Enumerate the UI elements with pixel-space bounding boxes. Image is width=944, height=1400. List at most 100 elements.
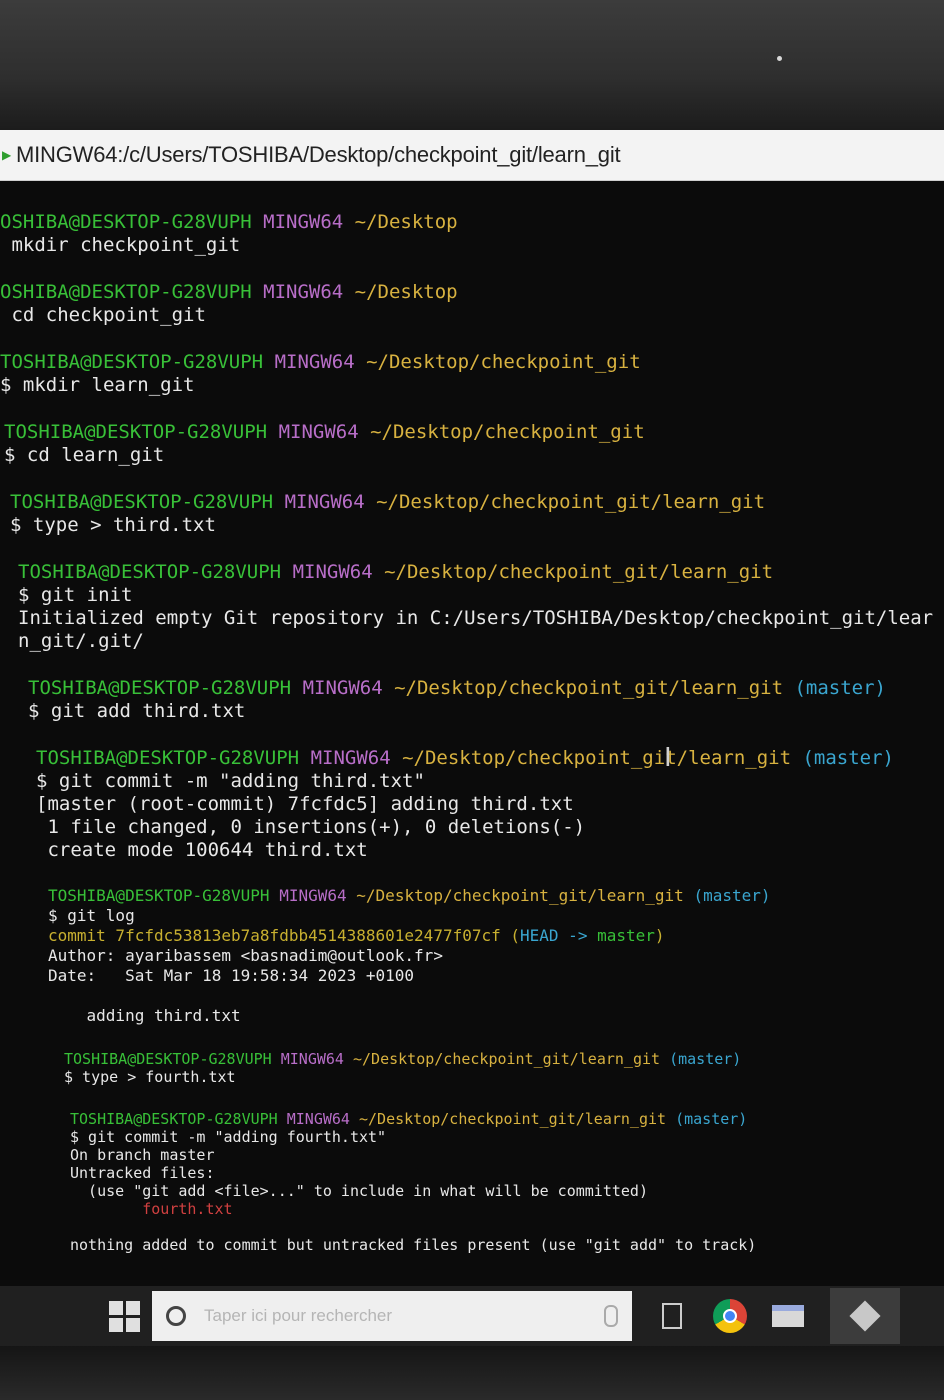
prompt-path: ~/Desktop/checkpoint_git/learn_git: [359, 1110, 667, 1128]
output-line: n_git/.git/: [18, 630, 144, 652]
command-block: TOSHIBA@DESKTOP-G28VUPH MINGW64 ~/Deskto…: [4, 421, 944, 467]
prompt-env: MINGW64: [280, 1050, 344, 1068]
command-line: $ type > third.txt: [10, 514, 216, 536]
command-block: TOSHIBA@DESKTOP-G28VUPH MINGW64 ~/Deskto…: [36, 747, 944, 862]
command-line: $ git init: [18, 584, 133, 606]
command-line: cd checkpoint_git: [0, 304, 206, 326]
prompt-path: ~/Desktop/checkpoint_git/learn_git: [376, 491, 766, 513]
output-line: create mode 100644 third.txt: [36, 839, 368, 861]
prompt-path: ~/Desktop: [354, 281, 458, 303]
prompt-branch: (master): [693, 886, 771, 905]
webcam-dot: [777, 56, 782, 61]
prompt-env: MINGW64: [278, 421, 359, 443]
commit-branch-ref: master: [597, 926, 655, 945]
prompt-env: MINGW64: [274, 351, 355, 373]
prompt-path: ~/Desktop/checkpoint_git: [370, 421, 645, 443]
git-log-block: TOSHIBA@DESKTOP-G28VUPH MINGW64 ~/Deskto…: [48, 886, 944, 1026]
prompt-env: MINGW64: [279, 886, 347, 905]
prompt-line: TOSHIBA@DESKTOP-G28VUPH MINGW64 ~/Deskto…: [64, 1050, 944, 1068]
command-line: $ cd learn_git: [4, 444, 165, 466]
microphone-icon[interactable]: [604, 1305, 618, 1327]
search-placeholder: Taper ici pour rechercher: [204, 1306, 393, 1325]
command-line: $ git log: [48, 906, 135, 925]
date-line: Date: Sat Mar 18 19:58:34 2023 +0100: [48, 966, 415, 985]
command-block: TOSHIBA@DESKTOP-G28VUPH MINGW64 ~/Deskto…: [28, 677, 944, 723]
command-block: OSHIBA@DESKTOP-G28VUPH MINGW64 ~/Desktop…: [0, 211, 944, 257]
window-title: MINGW64:/c/Users/TOSHIBA/Desktop/checkpo…: [16, 142, 621, 167]
prompt-line: TOSHIBA@DESKTOP-G28VUPH MINGW64 ~/Deskto…: [18, 561, 944, 584]
commit-head-ref: HEAD ->: [520, 926, 598, 945]
prompt-path: ~/Desktop/checkpoint_git/learn_git: [356, 886, 684, 905]
commit-ref-open: (: [500, 926, 521, 945]
prompt-path: ~/Desktop/checkpoint_git/learn_git: [394, 677, 784, 699]
prompt-env: MINGW64: [284, 491, 365, 513]
output-line: Initialized empty Git repository in C:/U…: [18, 607, 934, 629]
command-line: $ git commit -m "adding third.txt": [36, 770, 425, 792]
command-block: TOSHIBA@DESKTOP-G28VUPH MINGW64 ~/Deskto…: [18, 561, 944, 653]
prompt-path: ~/Desktop: [354, 211, 458, 233]
prompt-user: OSHIBA@DESKTOP-G28VUPH: [0, 211, 252, 233]
commit-hash: commit 7fcfdc53813eb7a8fdbb4514388601e24…: [48, 926, 501, 945]
prompt-user: TOSHIBA@DESKTOP-G28VUPH: [28, 677, 292, 699]
prompt-env: MINGW64: [292, 561, 373, 583]
prompt-user: TOSHIBA@DESKTOP-G28VUPH: [48, 886, 270, 905]
prompt-path: ~/Desktop/checkpoint_git/learn_git: [402, 747, 792, 769]
monitor-bezel: [0, 0, 944, 130]
prompt-branch: (master): [675, 1110, 748, 1128]
terminal-output[interactable]: OSHIBA@DESKTOP-G28VUPH MINGW64 ~/Desktop…: [0, 181, 944, 1286]
search-icon: [166, 1306, 186, 1326]
prompt-branch: (master): [794, 677, 886, 699]
output-line: 1 file changed, 0 insertions(+), 0 delet…: [36, 816, 586, 838]
command-line: $ type > fourth.txt: [64, 1068, 236, 1086]
prompt-user: TOSHIBA@DESKTOP-G28VUPH: [10, 491, 274, 513]
windows-taskbar: Taper ici pour rechercher: [0, 1286, 944, 1346]
prompt-line: TOSHIBA@DESKTOP-G28VUPH MINGW64 ~/Deskto…: [28, 677, 944, 700]
command-block: TOSHIBA@DESKTOP-G28VUPH MINGW64 ~/Deskto…: [10, 491, 944, 537]
commit-line: commit 7fcfdc53813eb7a8fdbb4514388601e24…: [48, 926, 944, 946]
hint-line: (use "git add <file>..." to include in w…: [70, 1182, 648, 1200]
nothing-added-line: nothing added to commit but untracked fi…: [70, 1236, 757, 1254]
prompt-env: MINGW64: [310, 747, 391, 769]
prompt-path: ~/Desktop/checkpoint_git/learn_git: [384, 561, 774, 583]
prompt-line: TOSHIBA@DESKTOP-G28VUPH MINGW64 ~/Deskto…: [4, 421, 944, 444]
prompt-line: TOSHIBA@DESKTOP-G28VUPH MINGW64 ~/Deskto…: [70, 1110, 944, 1128]
command-line: $ git commit -m "adding fourth.txt": [70, 1128, 387, 1146]
prompt-line: OSHIBA@DESKTOP-G28VUPH MINGW64 ~/Desktop: [0, 281, 944, 304]
prompt-env: MINGW64: [263, 281, 344, 303]
prompt-env: MINGW64: [302, 677, 383, 699]
windows-start-icon[interactable]: [104, 1296, 144, 1336]
command-block: OSHIBA@DESKTOP-G28VUPH MINGW64 ~/Desktop…: [0, 281, 944, 327]
prompt-env: MINGW64: [263, 211, 344, 233]
commit-message: adding third.txt: [48, 1006, 241, 1025]
prompt-user: TOSHIBA@DESKTOP-G28VUPH: [0, 351, 264, 373]
task-view-icon[interactable]: [654, 1298, 690, 1334]
prompt-user: TOSHIBA@DESKTOP-G28VUPH: [70, 1110, 278, 1128]
fourth-file-block: TOSHIBA@DESKTOP-G28VUPH MINGW64 ~/Deskto…: [64, 1050, 944, 1086]
prompt-env: MINGW64: [286, 1110, 350, 1128]
taskbar-search-box[interactable]: Taper ici pour rechercher: [152, 1291, 632, 1341]
on-branch-line: On branch master: [70, 1146, 215, 1164]
output-line: [master (root-commit) 7fcfdc5] adding th…: [36, 793, 574, 815]
prompt-user: TOSHIBA@DESKTOP-G28VUPH: [64, 1050, 272, 1068]
command-line: mkdir checkpoint_git: [0, 234, 241, 256]
command-block: TOSHIBA@DESKTOP-G28VUPH MINGW64 ~/Deskto…: [0, 351, 944, 397]
command-line: $ git add third.txt: [28, 700, 246, 722]
second-commit-block: TOSHIBA@DESKTOP-G28VUPH MINGW64 ~/Deskto…: [70, 1110, 944, 1254]
file-explorer-icon[interactable]: [770, 1298, 806, 1334]
untracked-file: fourth.txt: [70, 1200, 233, 1218]
chrome-icon[interactable]: [712, 1298, 748, 1334]
prompt-user: TOSHIBA@DESKTOP-G28VUPH: [4, 421, 268, 443]
prompt-path: ~/Desktop/checkpoint_git: [366, 351, 641, 373]
git-bash-window-icon: ▶: [2, 148, 12, 162]
terminal-history: OSHIBA@DESKTOP-G28VUPH MINGW64 ~/Desktop…: [0, 211, 944, 862]
window-titlebar[interactable]: ▶ MINGW64:/c/Users/TOSHIBA/Desktop/check…: [0, 130, 944, 181]
prompt-line: TOSHIBA@DESKTOP-G28VUPH MINGW64 ~/Deskto…: [0, 351, 944, 374]
monitor-bottom-bezel: [0, 1346, 944, 1400]
git-bash-icon[interactable]: [830, 1288, 900, 1344]
prompt-line: TOSHIBA@DESKTOP-G28VUPH MINGW64 ~/Deskto…: [36, 747, 944, 770]
prompt-user: TOSHIBA@DESKTOP-G28VUPH: [18, 561, 282, 583]
prompt-branch: (master): [802, 747, 894, 769]
prompt-line: TOSHIBA@DESKTOP-G28VUPH MINGW64 ~/Deskto…: [10, 491, 944, 514]
